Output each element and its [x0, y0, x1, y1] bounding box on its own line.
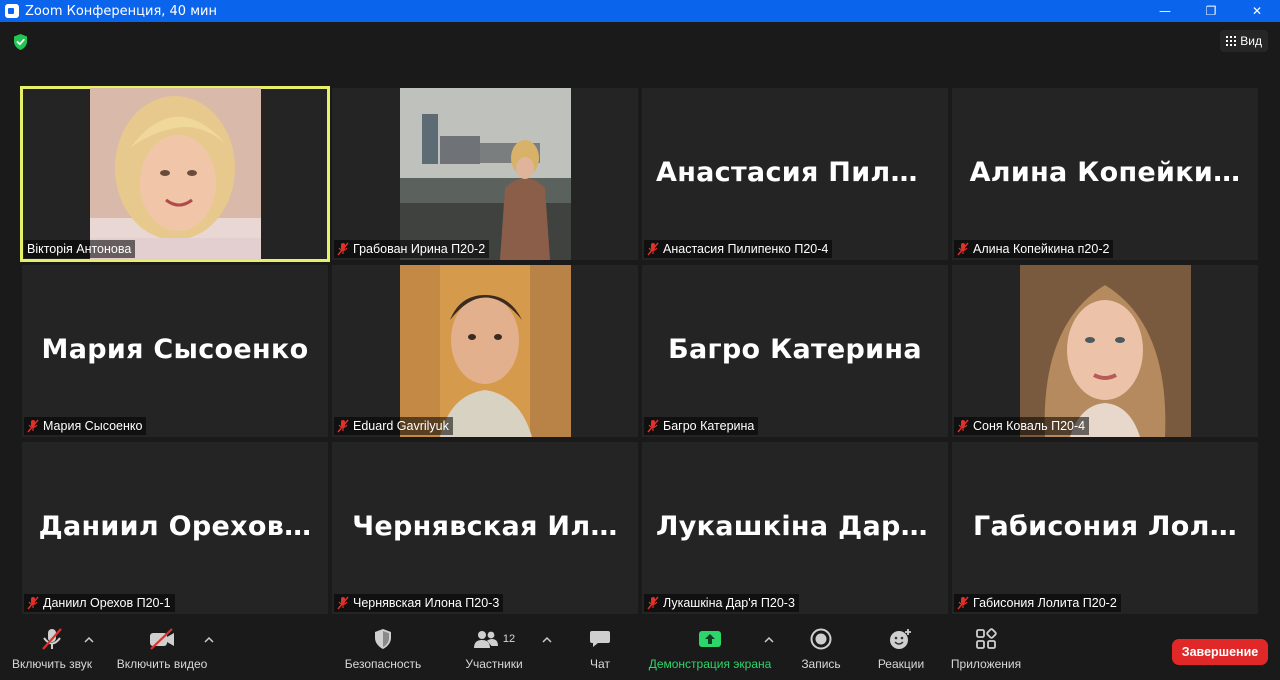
participants-options-chevron-up-icon[interactable] [542, 636, 552, 644]
smiley-add-icon [890, 629, 911, 649]
shield-icon [375, 629, 391, 649]
participant-label: Анастасия Пилипенко П20-4 [644, 240, 833, 258]
participant-video [1020, 265, 1191, 437]
participant-name-display: Габисония Лол… [972, 510, 1237, 542]
unmute-button[interactable]: Включить звук [8, 622, 96, 680]
chat-button[interactable]: Чат [578, 622, 622, 680]
apps-button[interactable]: Приложения [946, 622, 1026, 680]
security-button[interactable]: Безопасность [340, 622, 426, 680]
reactions-button[interactable]: Реакции [872, 622, 930, 680]
start-video-button[interactable]: Включить видео [112, 622, 212, 680]
mic-muted-icon [647, 419, 659, 433]
participant-name-display: Анастасия Пили… [656, 156, 938, 188]
participant-label: Даниил Орехов П20-1 [24, 594, 175, 612]
mic-muted-icon [337, 419, 349, 433]
participant-label: Лукашкіна Дар'я П20-3 [644, 594, 799, 612]
chat-bubble-icon [590, 631, 610, 647]
mic-muted-icon [27, 596, 39, 610]
participant-tile[interactable]: Анастасия Пили… Анастасия Пилипенко П20-… [642, 88, 948, 260]
grid-view-icon [1226, 36, 1237, 46]
participants-icon [473, 631, 498, 648]
participant-label: Габисония Лолита П20-2 [954, 594, 1121, 612]
participant-label: Eduard Gavrilyuk [334, 417, 453, 435]
window-controls: — ❐ ✕ [1142, 0, 1280, 22]
share-screen-button[interactable]: Демонстрация экрана [646, 622, 774, 680]
minimize-button[interactable]: — [1142, 0, 1188, 22]
participants-button[interactable]: 12 Участники [460, 622, 528, 680]
participant-label: Мария Сысоенко [24, 417, 147, 435]
maximize-button[interactable]: ❐ [1188, 0, 1234, 22]
apps-icon [976, 628, 997, 649]
participant-video [90, 88, 261, 260]
participant-tile[interactable]: Соня Коваль П20-4 [952, 265, 1258, 437]
meeting-toolbar: Включить звук Включить видео Безопасност… [0, 622, 1280, 680]
mic-muted-icon [42, 628, 62, 650]
record-icon [810, 628, 832, 650]
share-options-chevron-up-icon[interactable] [764, 636, 774, 644]
view-button[interactable]: Вид [1220, 30, 1268, 52]
participant-name-display: Мария Сысоенко [41, 333, 309, 365]
window-title-bar: Zoom Конференция, 40 мин — ❐ ✕ [0, 0, 1280, 22]
participant-name-display: Даниил Орехов… [38, 510, 312, 542]
participant-name-display: Лукашкіна Дар'… [656, 510, 937, 542]
participants-count: 12 [502, 633, 516, 645]
participant-tile[interactable]: Лукашкіна Дар'… Лукашкіна Дар'я П20-3 [642, 442, 948, 614]
participant-video [400, 265, 571, 437]
share-screen-icon [699, 631, 721, 647]
mic-muted-icon [647, 596, 659, 610]
mic-muted-icon [337, 596, 349, 610]
participant-name-display: Багро Катерина [668, 333, 922, 365]
participant-tile[interactable]: Мария Сысоенко Мария Сысоенко [22, 265, 328, 437]
participant-tile[interactable]: Багро Катерина Багро Катерина [642, 265, 948, 437]
mic-muted-icon [957, 596, 969, 610]
participant-tile[interactable]: Eduard Gavrilyuk [332, 265, 638, 437]
participant-label: Грабован Ирина П20-2 [334, 240, 490, 258]
participant-tile[interactable]: Грабован Ирина П20-2 [332, 88, 638, 260]
mic-muted-icon [647, 242, 659, 256]
participant-label: Вікторія Антонова [24, 240, 136, 258]
record-button[interactable]: Запись [796, 622, 846, 680]
close-button[interactable]: ✕ [1234, 0, 1280, 22]
participant-tile[interactable]: Алина Копейки… Алина Копейкина п20-2 [952, 88, 1258, 260]
mic-muted-icon [957, 242, 969, 256]
gallery-view: Вікторія Антонова Грабован Ирина П20-2 А… [20, 86, 1258, 614]
mic-muted-icon [957, 419, 969, 433]
participant-tile[interactable]: Даниил Орехов… Даниил Орехов П20-1 [22, 442, 328, 614]
meeting-top-strip: Вид [0, 22, 1280, 62]
video-off-icon [150, 628, 174, 650]
participant-label: Алина Копейкина п20-2 [954, 240, 1114, 258]
participant-tile[interactable]: Вікторія Антонова [20, 86, 330, 262]
window-title: Zoom Конференция, 40 мин [25, 3, 217, 19]
participant-name-display: Алина Копейки… [969, 156, 1241, 188]
encryption-shield-icon[interactable] [12, 33, 29, 51]
participant-label: Соня Коваль П20-4 [954, 417, 1090, 435]
participant-video [400, 88, 571, 260]
participant-tile[interactable]: Чернявская Ил… Чернявская Илона П20-3 [332, 442, 638, 614]
video-options-chevron-up-icon[interactable] [204, 636, 214, 644]
participant-tile[interactable]: Габисония Лол… Габисония Лолита П20-2 [952, 442, 1258, 614]
participant-name-display: Чернявская Ил… [352, 510, 618, 542]
participant-label: Чернявская Илона П20-3 [334, 594, 504, 612]
end-meeting-button[interactable]: Завершение [1172, 639, 1268, 665]
zoom-app-icon [5, 4, 19, 18]
mic-muted-icon [27, 419, 39, 433]
participant-label: Багро Катерина [644, 417, 759, 435]
audio-options-chevron-up-icon[interactable] [84, 636, 94, 644]
view-label: Вид [1240, 34, 1262, 48]
mic-muted-icon [337, 242, 349, 256]
